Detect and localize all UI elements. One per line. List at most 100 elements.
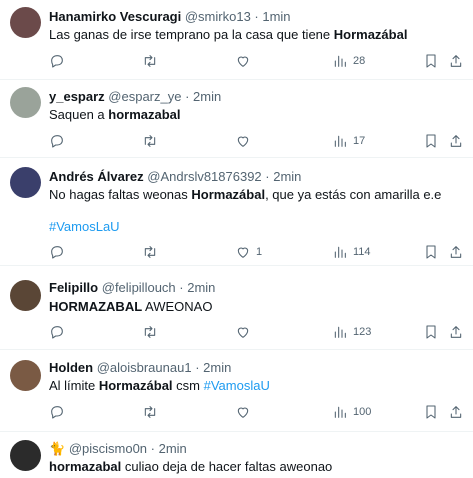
tweet[interactable]: y_esparz @esparz_ye · 2min Saquen a horm… — [0, 80, 473, 158]
share-icon — [450, 135, 462, 147]
tweet-actions: 28 — [49, 52, 464, 70]
retweet-button[interactable] — [142, 132, 158, 150]
like-icon — [237, 247, 249, 258]
views-icon — [334, 135, 346, 147]
hashtag-link[interactable]: #VamoslaU — [204, 378, 270, 393]
bookmark-button[interactable] — [423, 132, 439, 150]
reply-button[interactable] — [49, 132, 65, 150]
share-button[interactable] — [448, 243, 464, 261]
author-handle[interactable]: @aloisbraunau1 — [97, 360, 192, 375]
like-button[interactable] — [235, 323, 256, 341]
tweet-text: Saquen a hormazabal — [49, 107, 181, 122]
reply-button[interactable] — [49, 243, 65, 261]
tweet-text: HORMAZABAL AWEONAO — [49, 299, 213, 314]
avatar[interactable] — [10, 167, 41, 198]
share-button[interactable] — [448, 403, 464, 421]
views-count: 17 — [353, 135, 366, 147]
like-button[interactable]: 1 — [235, 243, 262, 261]
author-handle[interactable]: @piscismo0n — [69, 441, 147, 456]
avatar[interactable] — [10, 87, 41, 118]
author-handle[interactable]: @Andrslv81876392 — [147, 169, 261, 184]
views-button[interactable]: 114 — [332, 243, 371, 261]
bookmark-button[interactable] — [423, 243, 439, 261]
like-button[interactable] — [235, 52, 256, 70]
reply-button[interactable] — [49, 323, 65, 341]
share-icon — [450, 326, 462, 338]
reply-icon — [51, 135, 63, 148]
tweet-time[interactable]: · 2min — [195, 360, 231, 375]
tweet-text: Al límite Hormazábal csm #VamoslaU — [49, 378, 270, 393]
bookmark-button[interactable] — [423, 323, 439, 341]
tweet-header: y_esparz @esparz_ye · 2min — [49, 89, 221, 105]
tweet-header: 🐈 @piscismo0n · 2min — [49, 441, 187, 457]
views-button[interactable]: 17 — [332, 132, 365, 150]
retweet-icon — [144, 55, 156, 67]
share-icon — [450, 55, 462, 67]
avatar[interactable] — [10, 360, 41, 391]
reply-icon — [51, 326, 63, 339]
author-handle[interactable]: @smirko13 — [185, 9, 251, 24]
share-button[interactable] — [448, 52, 464, 70]
tweet-header: Felipillo @felipillouch · 2min — [49, 280, 215, 296]
tweet-text: hormazabal culiao deja de hacer faltas a… — [49, 459, 333, 474]
reply-icon — [51, 246, 63, 259]
tweet-text: No hagas faltas weonas Hormazábal, que y… — [49, 187, 442, 202]
tweet[interactable]: Felipillo @felipillouch · 2min HORMAZABA… — [0, 266, 473, 350]
author-name[interactable]: Holden — [49, 360, 93, 375]
author-name[interactable]: 🐈 — [49, 441, 65, 456]
share-button[interactable] — [448, 323, 464, 341]
views-icon — [334, 246, 346, 258]
avatar[interactable] — [10, 7, 41, 38]
tweet[interactable]: Andrés Álvarez @Andrslv81876392 · 2min N… — [0, 158, 473, 266]
tweet-time[interactable]: · 2min — [265, 169, 301, 184]
retweet-button[interactable] — [142, 243, 158, 261]
share-button[interactable] — [448, 132, 464, 150]
retweet-icon — [144, 406, 156, 418]
tweet[interactable]: 🐈 @piscismo0n · 2min hormazabal culiao d… — [0, 432, 473, 478]
author-name[interactable]: Andrés Álvarez — [49, 169, 144, 184]
views-count: 114 — [353, 246, 371, 258]
tweet-time[interactable]: · 1min — [254, 9, 290, 24]
tweet-time[interactable]: · 2min — [185, 89, 221, 104]
bookmark-button[interactable] — [423, 52, 439, 70]
like-button[interactable] — [235, 403, 256, 421]
retweet-button[interactable] — [142, 52, 158, 70]
avatar[interactable] — [10, 280, 41, 311]
tweet-feed: Hanamirko Vescuragi @smirko13 · 1min Las… — [0, 0, 473, 478]
views-count: 28 — [353, 55, 366, 67]
tweet[interactable]: Hanamirko Vescuragi @smirko13 · 1min Las… — [0, 0, 473, 80]
reply-button[interactable] — [49, 403, 65, 421]
avatar[interactable] — [10, 440, 41, 471]
bookmark-button[interactable] — [423, 403, 439, 421]
tweet[interactable]: Holden @aloisbraunau1 · 2min Al límite H… — [0, 350, 473, 432]
like-button[interactable] — [235, 132, 256, 150]
author-handle[interactable]: @esparz_ye — [108, 89, 181, 104]
retweet-button[interactable] — [142, 323, 158, 341]
share-icon — [450, 246, 462, 258]
reply-button[interactable] — [49, 52, 65, 70]
retweet-button[interactable] — [142, 403, 158, 421]
views-button[interactable]: 28 — [332, 52, 365, 70]
tweet-actions: 100 — [49, 403, 464, 421]
views-button[interactable]: 100 — [332, 403, 371, 421]
like-count: 1 — [256, 246, 263, 258]
views-button[interactable]: 123 — [332, 323, 371, 341]
tweet-time[interactable]: · 2min — [151, 441, 187, 456]
tweet-time[interactable]: · 2min — [179, 280, 215, 295]
bookmark-icon — [426, 405, 436, 419]
tweet-header: Hanamirko Vescuragi @smirko13 · 1min — [49, 9, 291, 25]
author-handle[interactable]: @felipillouch — [102, 280, 176, 295]
bookmark-icon — [426, 325, 436, 339]
reply-icon — [51, 55, 63, 68]
tweet-actions: 17 — [49, 132, 464, 150]
author-name[interactable]: y_esparz — [49, 89, 105, 104]
tweet-header: Andrés Álvarez @Andrslv81876392 · 2min — [49, 169, 301, 185]
retweet-icon — [144, 135, 156, 147]
retweet-icon — [144, 326, 156, 338]
tweet-text: Las ganas de irse temprano pa la casa qu… — [49, 27, 408, 42]
bookmark-icon — [426, 54, 436, 68]
author-name[interactable]: Hanamirko Vescuragi — [49, 9, 181, 24]
author-name[interactable]: Felipillo — [49, 280, 98, 295]
views-icon — [334, 406, 346, 418]
hashtag-link[interactable]: #VamosLaU — [49, 219, 120, 235]
